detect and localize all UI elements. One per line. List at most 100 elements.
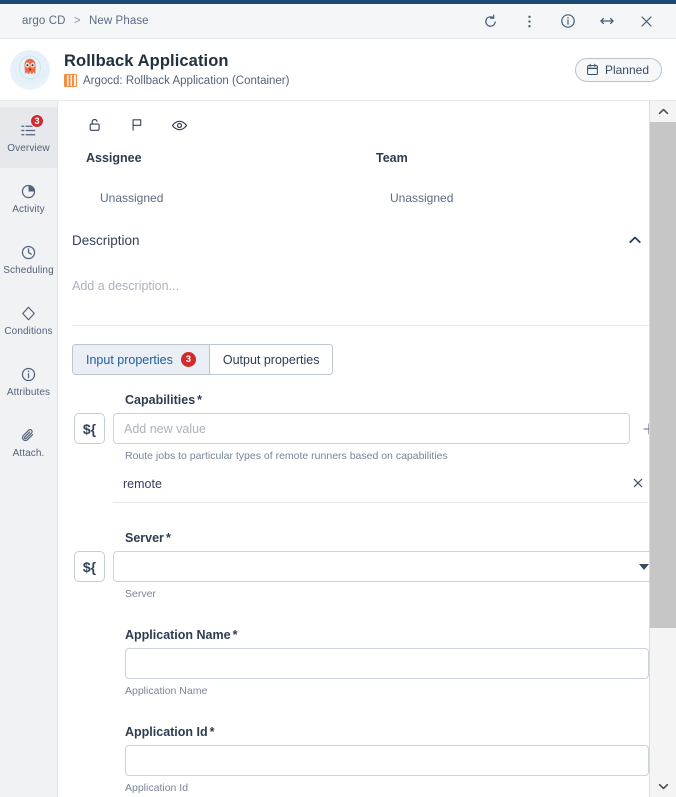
field-label: Application Name * (125, 628, 660, 642)
assignee-label: Assignee (86, 151, 142, 165)
assignee-value[interactable]: Unassigned (72, 191, 362, 205)
server-select-wrapper (113, 551, 660, 582)
field-help: Server (125, 588, 156, 600)
close-x-icon[interactable] (628, 476, 648, 492)
tab-label: Output properties (222, 352, 320, 367)
field-row: ${ (74, 551, 660, 582)
sidebar: 3 Overview Activity Scheduling Condition… (0, 101, 58, 797)
page-subtitle: Argocd: Rollback Application (Container) (64, 74, 289, 87)
container-bars-icon (64, 74, 77, 87)
sidebar-item-label: Overview (7, 143, 50, 154)
pie-chart-icon (21, 184, 36, 198)
field-label-text: Server (125, 531, 164, 545)
sidebar-item-attachments[interactable]: Attach. (0, 412, 57, 473)
required-marker: * (209, 725, 215, 739)
team-column: Team Unassigned (362, 151, 652, 205)
breadcrumb-current[interactable]: New Phase (89, 15, 149, 27)
properties-form: Capabilities* ${ Route jobs to particula… (58, 375, 676, 794)
variable-button[interactable]: ${ (74, 551, 105, 582)
page-title: Rollback Application (64, 52, 229, 70)
field-spacer (74, 509, 660, 531)
breadcrumb-separator: > (73, 15, 81, 27)
close-button[interactable] (634, 9, 658, 33)
flag-icon[interactable] (126, 114, 148, 136)
required-marker: * (232, 628, 238, 642)
section-divider (72, 325, 662, 326)
header-texts: Rollback Application Argocd: Rollback Ap… (64, 52, 289, 87)
eye-icon[interactable] (168, 114, 190, 136)
field-label: Application Id * (125, 725, 660, 739)
more-menu-button[interactable] (517, 9, 541, 33)
argo-octopus-logo (18, 54, 42, 80)
capability-value-row: remote (113, 476, 648, 503)
field-spacer (74, 606, 660, 628)
description-placeholder[interactable]: Add a description... (72, 279, 662, 293)
team-value[interactable]: Unassigned (362, 191, 652, 205)
server-select[interactable] (113, 551, 660, 582)
breadcrumb-bar: argo CD > New Phase (0, 4, 676, 39)
field-row: ${ (74, 413, 660, 444)
window-controls (478, 9, 666, 33)
field-help: Application Id (125, 782, 189, 794)
tab-output-properties[interactable]: Output properties (209, 345, 333, 374)
vertical-scrollbar[interactable] (649, 101, 676, 797)
scrollbar-thumb[interactable] (650, 122, 676, 628)
unlock-icon[interactable] (84, 114, 106, 136)
sidebar-item-scheduling[interactable]: Scheduling (0, 229, 57, 290)
sidebar-item-attributes[interactable]: Attributes (0, 351, 57, 412)
scroll-up-button[interactable] (650, 101, 676, 122)
breadcrumb-root[interactable]: argo CD (22, 15, 66, 27)
sidebar-item-label: Attach. (12, 448, 45, 459)
tab-label: Input properties (86, 352, 173, 367)
sidebar-item-label: Attributes (6, 387, 51, 398)
sidebar-badge-overview: 3 (30, 114, 44, 128)
field-server: Server * ${ Server (74, 531, 660, 600)
chevron-up-icon[interactable] (624, 229, 646, 251)
properties-tabs: Input properties 3 Output properties (72, 344, 334, 375)
field-application-id: Application Id * Application Id (113, 725, 660, 794)
field-row (113, 745, 660, 776)
tab-input-properties[interactable]: Input properties 3 (73, 345, 210, 374)
application-name-input[interactable] (125, 648, 649, 679)
sidebar-item-overview[interactable]: 3 Overview (0, 107, 57, 168)
sidebar-item-label: Activity (12, 204, 45, 215)
sidebar-item-conditions[interactable]: Conditions (0, 290, 57, 351)
team-label: Team (376, 151, 408, 165)
info-button[interactable] (556, 9, 580, 33)
sidebar-item-label: Scheduling (3, 265, 54, 276)
body-wrapper: 3 Overview Activity Scheduling Condition… (0, 101, 676, 797)
description-section: Description Add a description... (72, 229, 662, 309)
status-badge-label: Planned (604, 62, 649, 77)
assignee-column: Assignee Unassigned (72, 151, 362, 205)
page-header: Rollback Application Argocd: Rollback Ap… (0, 39, 676, 101)
field-help: Application Name (125, 685, 208, 697)
sidebar-item-activity[interactable]: Activity (0, 168, 57, 229)
field-label: Server * (125, 531, 660, 545)
required-marker: * (165, 531, 171, 545)
scroll-down-button[interactable] (650, 776, 676, 797)
field-row (113, 648, 660, 679)
capabilities-input[interactable] (113, 413, 630, 444)
field-help: Route jobs to particular types of remote… (125, 450, 448, 462)
field-spacer (74, 703, 660, 725)
field-label-text: Capabilities (125, 393, 196, 407)
status-badge[interactable]: Planned (574, 57, 662, 82)
tab-badge: 3 (180, 352, 196, 367)
field-label: Capabilities * (125, 393, 660, 407)
application-id-input[interactable] (125, 745, 649, 776)
field-label-text: Application Id (125, 725, 208, 739)
diamond-icon (22, 306, 35, 320)
field-label-text: Application Name (125, 628, 231, 642)
resize-button[interactable] (595, 9, 619, 33)
sidebar-item-label: Conditions (4, 326, 53, 337)
refresh-button[interactable] (478, 9, 502, 33)
capability-value: remote (123, 477, 162, 491)
breadcrumb: argo CD > New Phase (22, 15, 149, 27)
field-application-name: Application Name * Application Name (113, 628, 660, 697)
calendar-icon (587, 63, 598, 76)
avatar (10, 49, 50, 90)
required-marker: * (197, 393, 203, 407)
description-title: Description (72, 232, 140, 248)
info-circle-icon (21, 367, 36, 381)
variable-button[interactable]: ${ (74, 413, 105, 444)
